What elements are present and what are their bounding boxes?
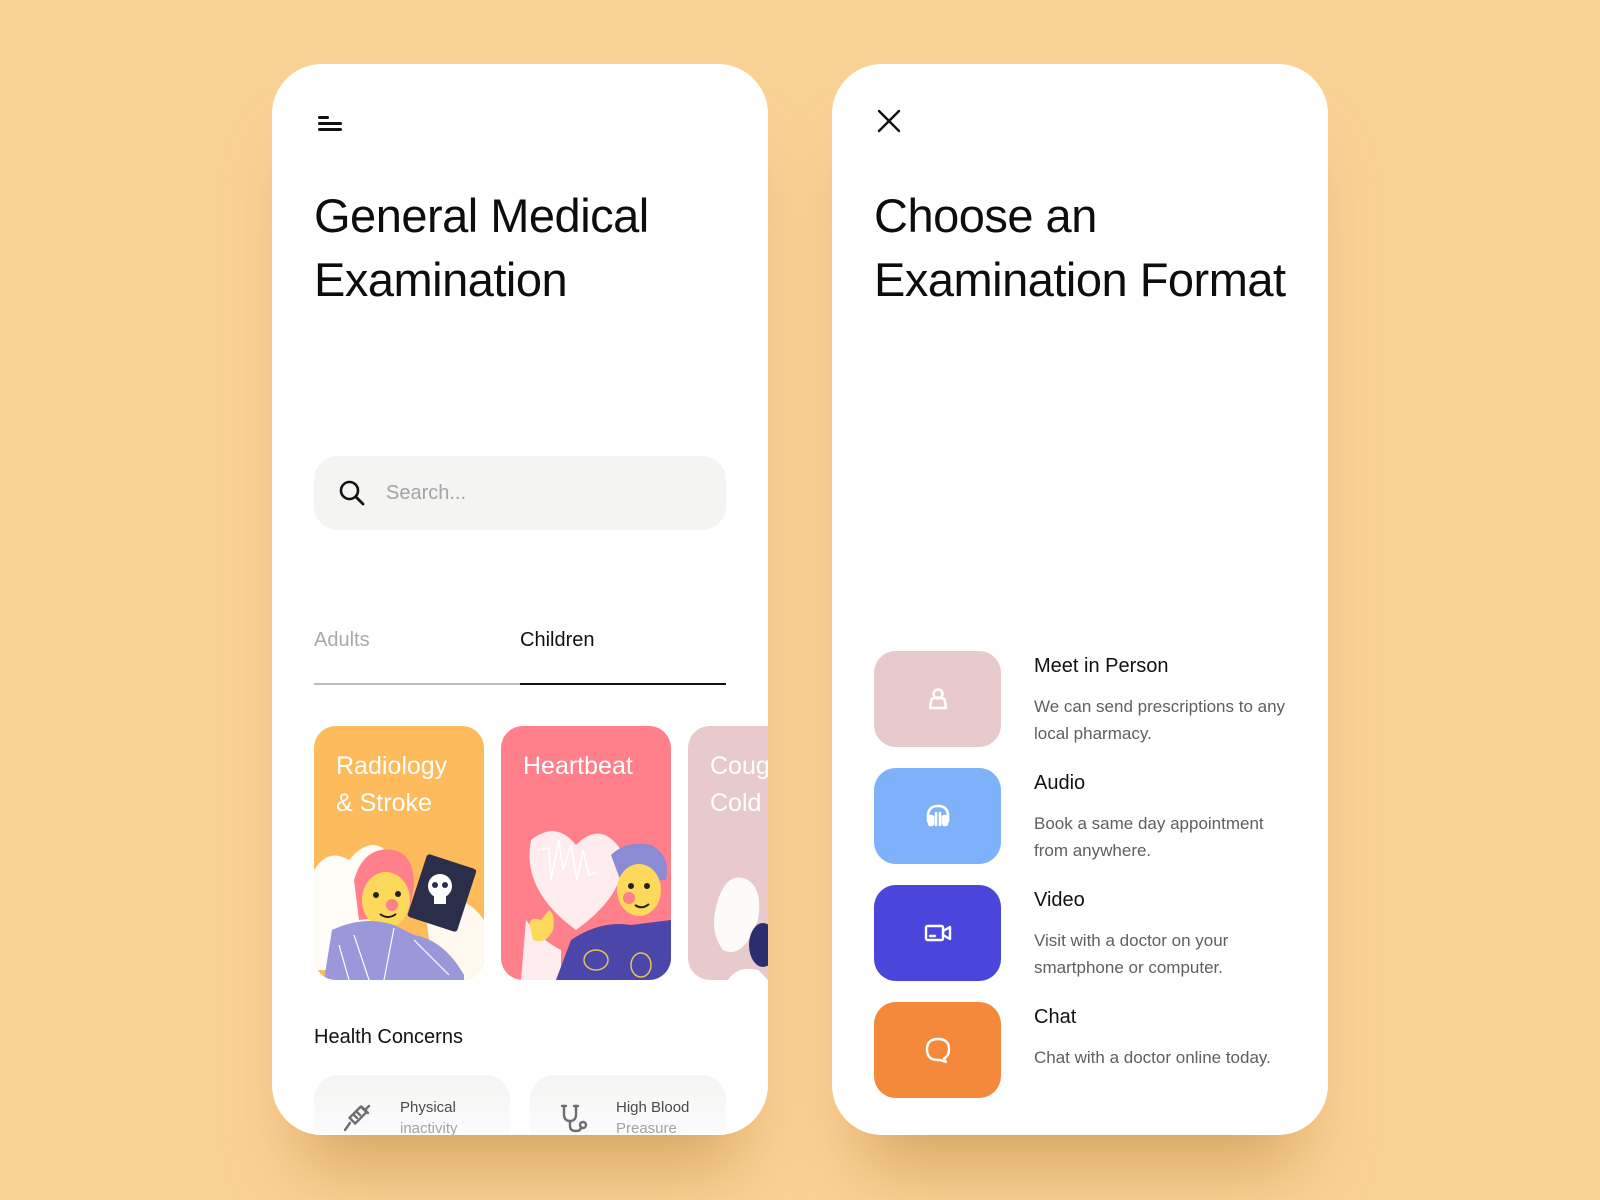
concern-line-2: Preasure (616, 1120, 677, 1135)
format-meet-in-person[interactable]: Meet in Person We can send prescriptions… (874, 651, 1294, 747)
video-camera-icon (924, 924, 951, 942)
category-carousel[interactable]: Radiology & Stroke Heartbeat Coug Cold (314, 726, 768, 980)
category-card-heartbeat[interactable]: Heartbeat (501, 726, 671, 980)
title-line-1: Choose an (874, 189, 1097, 242)
close-icon[interactable] (876, 108, 902, 134)
format-name: Chat (1034, 1006, 1077, 1028)
person-icon (928, 688, 947, 710)
format-tile[interactable] (874, 768, 1001, 864)
concern-high-blood-pressure[interactable]: High Blood Preasure (530, 1075, 726, 1135)
format-description: Chat with a doctor online today. (1034, 1048, 1271, 1067)
health-concerns-list: Physical inactivity High Blood Preasure (314, 1075, 726, 1135)
format-name: Video (1034, 889, 1085, 911)
headphones-icon (926, 804, 949, 827)
tab-adults-label: Adults (314, 629, 370, 651)
format-tile[interactable] (874, 885, 1001, 981)
audience-tabs: Adults Children (314, 629, 726, 685)
exam-format-screen: Choose an Examination Format Meet in Per… (832, 64, 1328, 1135)
title-line-2: Examination Format (874, 253, 1286, 306)
cough-person-illustration (714, 877, 768, 980)
format-tile[interactable] (874, 1002, 1001, 1098)
category-card-cough-cold[interactable]: Cough Cold (688, 726, 768, 980)
search-bar[interactable] (314, 456, 726, 530)
search-input[interactable] (386, 481, 706, 505)
concern-physical-inactivity[interactable]: Physical inactivity (314, 1075, 510, 1135)
category-label: Radiology & Stroke (336, 752, 448, 817)
format-description: Book a same day appointment from anywher… (1034, 814, 1264, 860)
format-video[interactable]: Video Visit with a doctor on your smartp… (874, 885, 1294, 981)
format-name: Audio (1034, 772, 1086, 794)
format-description: We can send prescriptions to any local p… (1034, 697, 1286, 743)
syringe-icon (343, 1104, 371, 1132)
health-concerns-title: Health Concerns (314, 1026, 463, 1048)
tab-adults[interactable]: Adults (314, 629, 520, 685)
format-chat[interactable]: Chat Chat with a doctor online today. (874, 1002, 1294, 1098)
menu-icon[interactable] (318, 114, 344, 134)
search-icon (339, 480, 365, 506)
chat-bubble-icon (925, 1037, 950, 1064)
page-title: General Medical Examination (314, 184, 649, 312)
heartbeat-person-illustration (521, 831, 671, 980)
title-line-2: Examination (314, 253, 568, 306)
xray-person-illustration (314, 845, 484, 980)
format-description: Visit with a doctor on your smartphone o… (1034, 931, 1229, 977)
category-card-radiology[interactable]: Radiology & Stroke (314, 726, 484, 980)
format-audio[interactable]: Audio Book a same day appointment from a… (874, 768, 1294, 864)
concern-line-2: inactivity (400, 1120, 458, 1135)
exam-categories-screen: General Medical Examination Adults Child… (272, 64, 768, 1135)
format-name: Meet in Person (1034, 655, 1169, 677)
category-label: Cough Cold (710, 752, 768, 817)
concern-line-1: High Blood (616, 1099, 690, 1116)
concern-line-1: Physical (400, 1099, 456, 1116)
category-label: Heartbeat (523, 752, 633, 780)
tab-children-label: Children (520, 629, 595, 651)
tab-children[interactable]: Children (520, 629, 726, 685)
title-line-1: General Medical (314, 189, 649, 242)
page-title: Choose an Examination Format (874, 184, 1286, 312)
format-tile[interactable] (874, 651, 1001, 747)
stethoscope-icon (560, 1104, 588, 1133)
